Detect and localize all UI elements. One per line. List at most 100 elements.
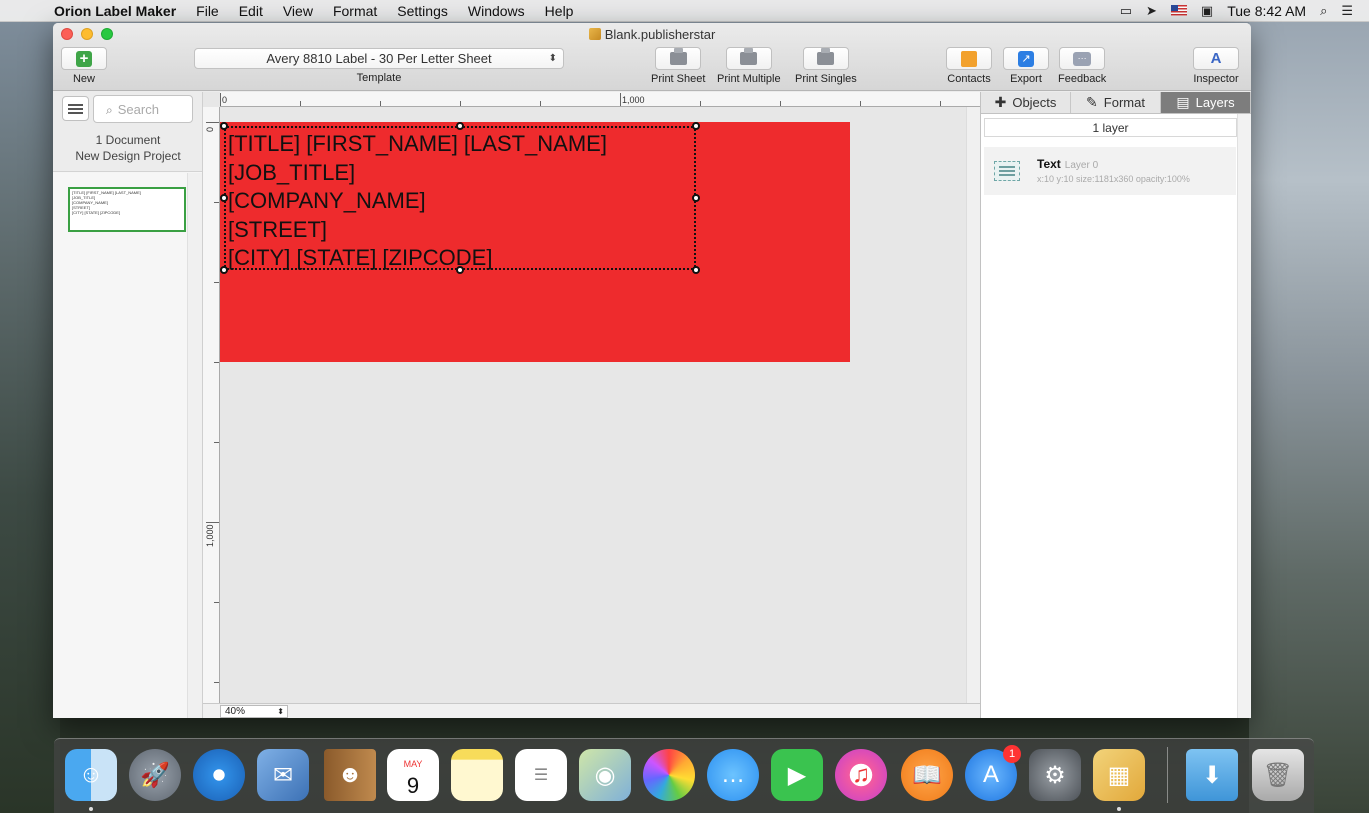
- new-button[interactable]: + New: [61, 47, 107, 85]
- running-indicator: [1117, 807, 1121, 811]
- inspector-button[interactable]: A Inspector: [1193, 47, 1239, 85]
- safari-icon[interactable]: [193, 749, 245, 801]
- app-store-badge: 1: [1003, 745, 1021, 763]
- ruler-tick: [540, 101, 541, 106]
- itunes-icon[interactable]: ♫: [835, 749, 887, 801]
- calendar-icon[interactable]: MAY 9: [387, 749, 439, 801]
- canvas-vertical-scrollbar[interactable]: [966, 107, 980, 703]
- export-button[interactable]: ↗ Export: [1003, 47, 1049, 85]
- ruler-tick: [214, 602, 219, 603]
- reminders-icon[interactable]: ☰: [515, 749, 567, 801]
- display-mirroring-icon[interactable]: ▣: [1201, 3, 1213, 19]
- notification-center-icon[interactable]: ☰: [1341, 3, 1353, 19]
- menu-view[interactable]: View: [283, 3, 313, 19]
- horizontal-ruler: 0 1,000: [220, 92, 980, 107]
- contacts-app-icon[interactable]: ☻: [324, 749, 376, 801]
- ruler-tick: [620, 93, 621, 106]
- menu-help[interactable]: Help: [545, 3, 574, 19]
- resize-handle-left[interactable]: [220, 194, 228, 202]
- layer-count: 1 layer: [984, 118, 1237, 137]
- trash-icon[interactable]: 🗑: [1252, 749, 1304, 801]
- resize-handle-bottom[interactable]: [456, 266, 464, 274]
- inspector-panel: ✚ Objects ✎ Format ▤ Layers 1 layer Text Lay…: [980, 92, 1251, 718]
- facetime-icon[interactable]: ▶: [771, 749, 823, 801]
- export-label: Export: [1010, 73, 1042, 85]
- text-layer-box[interactable]: [TITLE] [FIRST_NAME] [LAST_NAME] [JOB_TI…: [224, 126, 696, 270]
- search-placeholder: Search: [117, 102, 159, 117]
- list-icon: [68, 103, 83, 106]
- feedback-button[interactable]: ··· Feedback: [1058, 47, 1106, 85]
- document-thumbnail[interactable]: [TITLE] [FIRST_NAME] [LAST_NAME] [JOB_TI…: [68, 187, 186, 232]
- ruler-tick: [940, 101, 941, 106]
- sidebar-header: ⌕ Search 1 Document New Design Project: [53, 92, 202, 172]
- printer-icon: [669, 48, 687, 65]
- ibooks-icon[interactable]: 📖: [901, 749, 953, 801]
- calendar-day: 9: [406, 773, 420, 798]
- input-source-flag-icon[interactable]: [1170, 5, 1187, 16]
- text-line-company: [COMPANY_NAME]: [228, 188, 426, 214]
- layer-name-text: Text: [1037, 157, 1061, 171]
- orion-label-maker-icon[interactable]: ▦: [1093, 749, 1145, 801]
- text-line-job-title: [JOB_TITLE]: [228, 159, 356, 185]
- template-select[interactable]: Avery 8810 Label - 30 Per Letter Sheet ⬍: [194, 48, 564, 69]
- menu-settings[interactable]: Settings: [397, 3, 448, 19]
- downloads-folder-icon[interactable]: ⬇: [1186, 749, 1238, 801]
- menu-windows[interactable]: Windows: [468, 3, 525, 19]
- label-artboard[interactable]: [TITLE] [FIRST_NAME] [LAST_NAME] [JOB_TI…: [220, 122, 850, 362]
- menu-clock[interactable]: Tue 8:42 AM: [1227, 3, 1306, 19]
- inspector-scrollbar[interactable]: [1237, 114, 1251, 718]
- printer-icon: [740, 48, 758, 65]
- resize-handle-bottom-right[interactable]: [692, 266, 700, 274]
- finder-icon[interactable]: ☺: [65, 749, 117, 801]
- print-sheet-button[interactable]: Print Sheet: [651, 47, 705, 85]
- search-input[interactable]: ⌕ Search: [93, 95, 193, 123]
- zoom-value: 40%: [225, 706, 246, 717]
- ruler-mark-zero: 0: [222, 95, 228, 105]
- menu-file[interactable]: File: [196, 3, 219, 19]
- window-title-text: Blank.publisherstar: [604, 27, 716, 42]
- maps-icon[interactable]: ◉: [579, 749, 631, 801]
- notes-icon[interactable]: [451, 749, 503, 801]
- edit-icon: ✎: [1086, 94, 1098, 110]
- print-singles-label: Print Singles: [795, 73, 857, 85]
- print-multiple-button[interactable]: Print Multiple: [717, 47, 781, 85]
- contacts-button[interactable]: Contacts: [946, 47, 992, 85]
- layer-index: Layer 0: [1064, 160, 1099, 171]
- resize-handle-top[interactable]: [456, 122, 464, 130]
- launchpad-icon[interactable]: 🚀: [129, 749, 181, 801]
- wallpaper-right: [1249, 22, 1369, 813]
- plus-icon: ✚: [994, 94, 1007, 110]
- layer-name: Text Layer 0: [1037, 157, 1098, 171]
- printer-icon: [817, 48, 835, 65]
- ruler-tick: [214, 682, 219, 683]
- spotlight-search-icon[interactable]: ⌕: [1320, 3, 1327, 19]
- mail-icon[interactable]: ✉: [257, 749, 309, 801]
- tab-objects-label: Objects: [1012, 95, 1057, 110]
- tab-layers-label: Layers: [1195, 95, 1235, 110]
- resize-handle-top-left[interactable]: [220, 122, 228, 130]
- location-icon[interactable]: ➤: [1146, 3, 1157, 19]
- print-singles-button[interactable]: Print Singles: [795, 47, 857, 85]
- sidebar-scrollbar[interactable]: [187, 173, 202, 718]
- zoom-select[interactable]: 40% ⬍: [220, 705, 288, 718]
- app-store-icon[interactable]: A 1: [965, 745, 1021, 801]
- tab-layers[interactable]: ▤ Layers: [1161, 92, 1251, 113]
- system-preferences-icon[interactable]: ⚙: [1029, 749, 1081, 801]
- ruler-tick: [214, 442, 219, 443]
- tab-format[interactable]: ✎ Format: [1071, 92, 1161, 113]
- ruler-tick: [206, 122, 219, 123]
- canvas-status-bar: 40% ⬍: [203, 703, 980, 718]
- photos-icon[interactable]: [643, 749, 695, 801]
- menu-app-name[interactable]: Orion Label Maker: [54, 3, 176, 19]
- messages-icon[interactable]: …: [707, 749, 759, 801]
- resize-handle-right[interactable]: [692, 194, 700, 202]
- menu-format[interactable]: Format: [333, 3, 377, 19]
- layer-row[interactable]: Text Layer 0 x:10 y:10 size:1181x360 opac…: [984, 147, 1236, 195]
- list-view-button[interactable]: [62, 96, 89, 121]
- tab-objects[interactable]: ✚ Objects: [981, 92, 1071, 113]
- menu-edit[interactable]: Edit: [239, 3, 263, 19]
- airplay-icon[interactable]: ▭: [1120, 3, 1132, 19]
- ruler-tick: [206, 522, 219, 523]
- resize-handle-bottom-left[interactable]: [220, 266, 228, 274]
- resize-handle-top-right[interactable]: [692, 122, 700, 130]
